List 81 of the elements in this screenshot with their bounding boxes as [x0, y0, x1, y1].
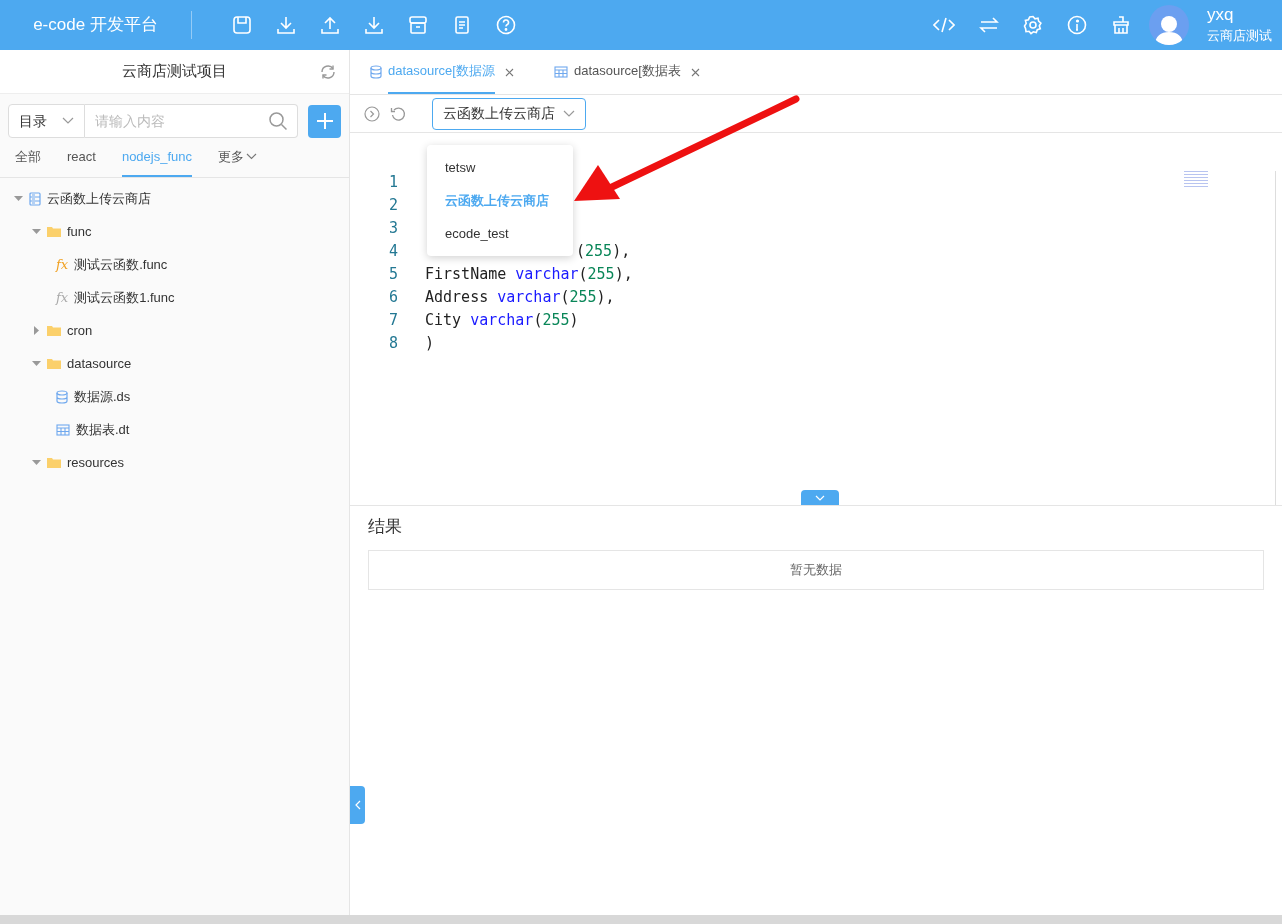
chevron-down-icon [246, 153, 258, 160]
tree-item[interactable]: resources [0, 446, 349, 479]
document-icon[interactable] [452, 15, 472, 35]
line-number: 5 [387, 264, 398, 286]
caret-down-icon[interactable] [32, 360, 41, 367]
chevron-down-icon [563, 109, 575, 118]
tree-item[interactable]: 数据源.ds [0, 380, 349, 413]
line-number: 1 [387, 172, 398, 194]
tree-item[interactable]: func [0, 215, 349, 248]
editor-tab[interactable]: datasource[数据表 [553, 50, 700, 94]
caret-down-icon[interactable] [32, 459, 41, 466]
table-icon [56, 423, 70, 436]
chevron-left-icon [354, 800, 361, 810]
upload-icon[interactable] [320, 15, 340, 35]
tree-item[interactable]: 数据表.dt [0, 413, 349, 446]
tree-item[interactable]: fx 测试云函数.func [0, 248, 349, 281]
download-icon[interactable] [364, 15, 384, 35]
swap-icon[interactable] [979, 15, 999, 35]
chevron-down-icon [62, 117, 74, 125]
datasource-select[interactable]: 云函数上传云商店 [432, 97, 586, 130]
add-button[interactable] [308, 104, 341, 138]
line-number: 3 [387, 218, 398, 240]
chevron-down-icon [815, 494, 825, 501]
database-icon [370, 65, 382, 79]
code-icon[interactable] [933, 15, 955, 35]
code-line: FirstName varchar(255), [425, 264, 633, 286]
search-field[interactable]: 请输入内容 [85, 104, 298, 138]
folder-icon [47, 226, 61, 237]
collapse-button[interactable] [801, 490, 839, 505]
folder-icon [47, 358, 61, 369]
save-icon[interactable] [232, 15, 252, 35]
search-icon[interactable] [268, 111, 288, 131]
caret-right-icon[interactable] [32, 326, 41, 335]
tree-item[interactable]: datasource [0, 347, 349, 380]
server-icon [29, 191, 41, 206]
line-number: 4 [387, 241, 398, 263]
refresh-icon[interactable] [319, 62, 337, 81]
database-icon [56, 389, 68, 404]
folder-icon [47, 457, 61, 468]
download-icon[interactable] [276, 15, 296, 35]
filter-tab[interactable]: 全部 [15, 138, 41, 177]
line-number: 6 [387, 287, 398, 309]
brush-icon[interactable] [1111, 15, 1131, 35]
help-icon[interactable] [496, 15, 516, 35]
caret-down-icon[interactable] [32, 228, 41, 235]
line-number: 2 [387, 195, 398, 217]
code-line: ) [425, 333, 435, 355]
undo-icon[interactable] [390, 105, 406, 122]
folder-icon [47, 325, 61, 336]
caret-down-icon[interactable] [14, 195, 23, 202]
tree-item[interactable]: cron [0, 314, 349, 347]
run-icon[interactable] [364, 105, 380, 122]
settings-icon[interactable] [1023, 15, 1043, 35]
code-line: Address varchar(255), [425, 287, 615, 309]
function-icon: fx [56, 287, 69, 308]
function-icon: fx [56, 254, 69, 275]
close-icon[interactable] [690, 67, 700, 77]
table-icon [553, 66, 568, 78]
line-number: 8 [387, 333, 398, 355]
scope-select[interactable]: 目录 [8, 104, 85, 138]
user-name: yxq [1207, 4, 1235, 26]
archive-icon[interactable] [408, 15, 428, 35]
expand-sidebar-button[interactable] [350, 786, 365, 824]
code-line: City varchar(255) [425, 310, 579, 332]
plus-icon [315, 112, 334, 130]
user-subtitle: 云商店测试 [1207, 27, 1272, 45]
filter-tab[interactable]: react [67, 138, 96, 177]
filter-tab[interactable]: 更多 [218, 138, 258, 177]
tree-item[interactable]: 云函数上传云商店 [0, 182, 349, 215]
avatar[interactable] [1149, 5, 1189, 45]
info-icon[interactable] [1067, 15, 1087, 35]
close-icon[interactable] [504, 67, 514, 77]
line-number: 7 [387, 310, 398, 332]
results-title: 结果 [368, 516, 403, 538]
code-line: (255), [576, 241, 631, 263]
empty-message: 暂无数据 [790, 560, 842, 579]
tree-item[interactable]: fx 测试云函数1.func [0, 281, 349, 314]
project-title: 云商店测试项目 [122, 61, 227, 82]
app-logo: e-code 开发平台 [0, 11, 192, 39]
dropdown-option[interactable]: tetsw [427, 151, 480, 184]
dropdown-option[interactable]: ecode_test [427, 217, 513, 250]
